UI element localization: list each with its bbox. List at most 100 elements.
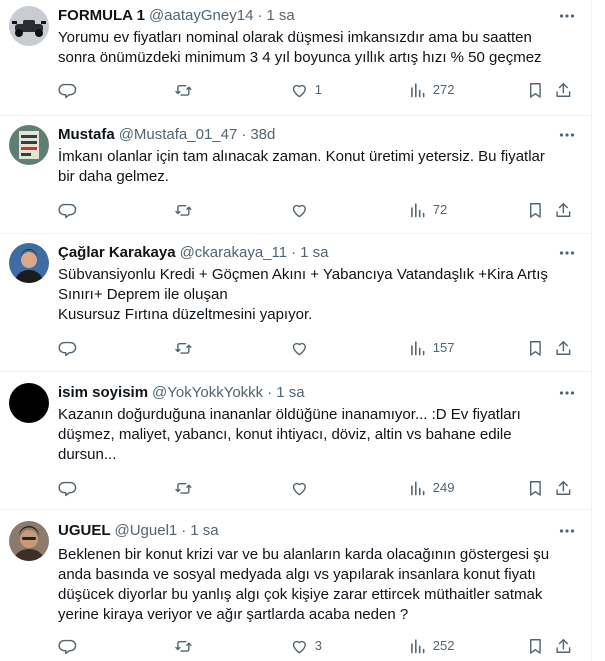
views-button[interactable]: 272	[408, 80, 454, 100]
avatar[interactable]	[9, 383, 49, 423]
tweet-text-line: Yorumu ev fiyatları nominal olarak düşme…	[58, 29, 532, 46]
share-button[interactable]	[554, 80, 573, 100]
like-count: 3	[314, 638, 322, 653]
timestamp[interactable]: 1 sa	[276, 384, 304, 401]
bookmark-button[interactable]	[526, 80, 545, 100]
more-options-icon[interactable]	[557, 383, 577, 403]
tweet[interactable]: FORMULA 1 @aatayGney14 · 1 sa Yorumu ev fiy…	[0, 0, 591, 116]
tweet-text-line: İmkanı olanlar için tam alınacak zaman. …	[58, 148, 545, 165]
tweet-header: isim soyisim @YokYokkYokkk · 1 sa	[58, 383, 557, 403]
tweet-text-line: yerine kiraya veriyor ve ağır şartlarda …	[58, 606, 409, 623]
bookmark-icon	[529, 340, 541, 356]
bookmark-icon	[529, 82, 541, 98]
retweet-icon	[175, 342, 192, 354]
views-count: 272	[432, 82, 455, 97]
tweet-actions: 3 252	[58, 636, 575, 656]
tweet[interactable]: UGUEL @Uguel1 · 1 sa Beklenen bir konut kri…	[0, 509, 591, 661]
tweet-text: Yorumu ev fiyatları nominal olarak düşme…	[58, 28, 569, 68]
share-button[interactable]	[554, 636, 573, 656]
retweet-button[interactable]	[174, 200, 199, 220]
author-handle[interactable]: @YokYokkYokkk	[152, 384, 263, 401]
reply-button[interactable]	[58, 200, 83, 220]
views-button[interactable]: 249	[408, 478, 454, 498]
views-button[interactable]: 72	[408, 200, 447, 220]
reply-icon	[58, 341, 77, 356]
share-button[interactable]	[554, 338, 573, 358]
author-name[interactable]: Mustafa	[58, 126, 115, 143]
like-button[interactable]	[290, 478, 315, 498]
more-options-icon[interactable]	[557, 243, 577, 263]
tweet-actions: 1 272	[58, 80, 575, 100]
reply-button[interactable]	[58, 636, 83, 656]
share-button[interactable]	[554, 200, 573, 220]
tweet-text-line: dursun...	[58, 446, 117, 463]
share-button[interactable]	[554, 478, 573, 498]
author-handle[interactable]: @aatayGney14	[149, 7, 253, 24]
views-button[interactable]: 157	[408, 338, 454, 358]
retweet-button[interactable]	[174, 478, 199, 498]
tweet-text-line: Kazanın doğurduğuna inananlar öldüğüne i…	[58, 406, 521, 423]
views-count: 249	[432, 480, 455, 495]
heart-icon	[292, 342, 306, 355]
like-button[interactable]: 3	[290, 636, 322, 656]
views-button[interactable]: 252	[408, 636, 454, 656]
author-handle[interactable]: @Mustafa_01_47	[119, 126, 238, 143]
reply-button[interactable]	[58, 338, 83, 358]
heart-icon	[292, 84, 306, 97]
bookmark-button[interactable]	[526, 200, 545, 220]
share-icon	[556, 480, 571, 495]
author-name[interactable]: FORMULA 1	[58, 7, 145, 24]
more-options-icon[interactable]	[557, 521, 577, 541]
timestamp[interactable]: 38d	[250, 126, 275, 143]
timestamp[interactable]: 1 sa	[300, 244, 328, 261]
avatar[interactable]	[9, 243, 49, 283]
tweet-text-line: anda basında ve sosyal medyada algı vs y…	[58, 566, 536, 583]
tweet[interactable]: Mustafa @Mustafa_01_47 · 38d İmkanı olanlar…	[0, 115, 591, 234]
retweet-icon	[175, 482, 192, 494]
retweet-button[interactable]	[174, 80, 199, 100]
tweet-text: Sübvansiyonlu Kredi + Göçmen Akını + Yab…	[58, 265, 569, 325]
reply-button[interactable]	[58, 80, 83, 100]
heart-icon	[292, 204, 306, 217]
author-handle[interactable]: @Uguel1	[115, 522, 178, 539]
bookmark-button[interactable]	[526, 478, 545, 498]
tweet-text-line: Sınırı+ Deprem ile oluşan	[58, 286, 228, 303]
separator-dot: ·	[257, 7, 263, 24]
retweet-button[interactable]	[174, 338, 199, 358]
separator-dot: ·	[291, 244, 297, 261]
like-button[interactable]: 1	[290, 80, 322, 100]
tweet[interactable]: Çağlar Karakaya @ckarakaya_11 · 1 sa Sübvan…	[0, 233, 591, 372]
author-name[interactable]: Çağlar Karakaya	[58, 244, 176, 261]
views-count: 252	[432, 638, 455, 653]
tweet[interactable]: isim soyisim @YokYokkYokkk · 1 sa Kazanın d…	[0, 371, 591, 510]
more-options-icon[interactable]	[557, 125, 577, 145]
tweet-text-line: sonra önümüzdeki minimum 3 4 yıl boyunca…	[58, 49, 542, 66]
timestamp[interactable]: 1 sa	[266, 7, 294, 24]
bookmark-button[interactable]	[526, 636, 545, 656]
like-button[interactable]	[290, 338, 315, 358]
avatar[interactable]	[9, 125, 49, 165]
avatar[interactable]	[9, 6, 49, 46]
tweet-header: Çağlar Karakaya @ckarakaya_11 · 1 sa	[58, 243, 557, 263]
retweet-icon	[175, 84, 192, 96]
tweet-actions: 157	[58, 338, 575, 358]
timestamp[interactable]: 1 sa	[190, 522, 218, 539]
views-chart-icon	[411, 480, 425, 496]
reply-button[interactable]	[58, 478, 83, 498]
retweet-button[interactable]	[174, 636, 199, 656]
author-name[interactable]: UGUEL	[58, 522, 111, 539]
author-name[interactable]: isim soyisim	[58, 384, 148, 401]
avatar[interactable]	[9, 521, 49, 561]
like-button[interactable]	[290, 200, 315, 220]
reply-icon	[58, 83, 77, 98]
separator-dot: ·	[267, 384, 273, 401]
views-count: 157	[432, 340, 455, 355]
bookmark-button[interactable]	[526, 338, 545, 358]
views-chart-icon	[411, 340, 425, 356]
tweet-actions: 249	[58, 478, 575, 498]
author-handle[interactable]: @ckarakaya_11	[180, 244, 288, 261]
bookmark-icon	[529, 480, 541, 496]
more-options-icon[interactable]	[557, 6, 577, 26]
share-icon	[556, 202, 571, 217]
views-count: 72	[432, 202, 448, 217]
